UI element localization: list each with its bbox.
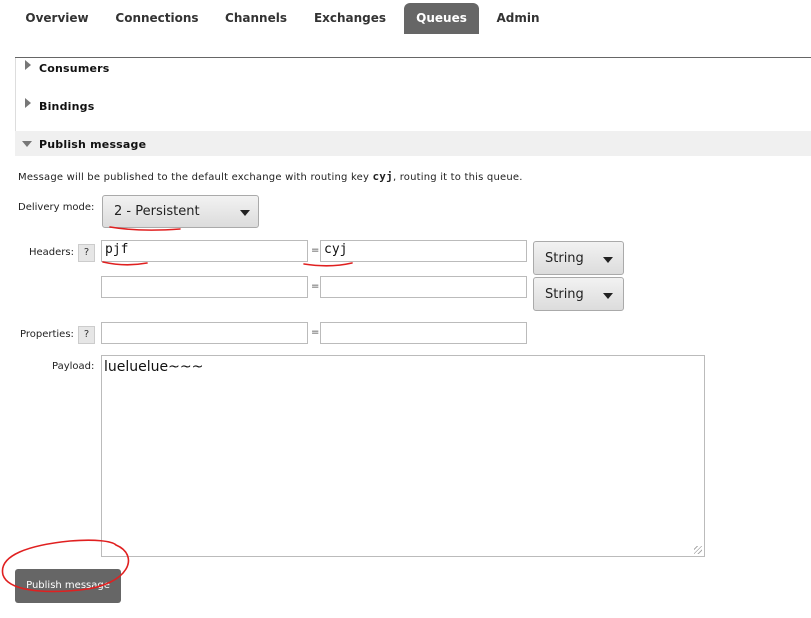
description-suffix: , routing it to this queue. [392,172,523,183]
publish-description: Message will be published to the default… [18,170,523,183]
tab-connections[interactable]: Connections [107,3,207,34]
publish-message-button[interactable]: Publish message [15,569,121,603]
section-consumers-label: Consumers [39,62,110,75]
top-nav: Overview Connections Channels Exchanges … [0,0,811,58]
header-type-value-2: String [545,287,584,302]
expand-arrow-icon [25,60,31,70]
property-key-input[interactable] [101,322,308,344]
delivery-mode-value: 2 - Persistent [114,204,200,219]
resize-grip-icon[interactable] [694,546,702,554]
header-type-value-1: String [545,251,584,266]
tab-queues[interactable]: Queues [404,3,479,34]
properties-label: Properties: [20,329,74,340]
payload-label: Payload: [52,361,95,372]
delivery-mode-label: Delivery mode: [18,202,95,213]
chevron-down-icon [603,293,613,299]
equals-sign: = [311,281,320,292]
header-key-input-1[interactable]: pjf [101,240,308,262]
section-bindings[interactable]: Bindings [15,94,811,119]
expand-arrow-icon [25,98,31,108]
header-type-select-1[interactable]: String [533,241,624,275]
section-publish-message[interactable]: Publish message [15,131,811,156]
header-value-input-1[interactable]: cyj [320,240,527,262]
delivery-mode-select[interactable]: 2 - Persistent [102,195,259,228]
header-key-input-2[interactable] [101,276,308,298]
properties-help-icon[interactable]: ? [78,326,95,344]
collapse-arrow-icon [22,141,32,147]
equals-sign: = [311,327,320,338]
tab-admin[interactable]: Admin [487,3,549,34]
headers-help-icon[interactable]: ? [78,244,95,262]
routing-key: cyj [372,170,393,183]
property-value-input[interactable] [320,322,527,344]
payload-text: lueluelue~~~ [104,359,204,375]
payload-textarea[interactable]: lueluelue~~~ [101,355,705,557]
description-prefix: Message will be published to the default… [18,172,373,183]
section-publish-label: Publish message [39,138,147,151]
tab-exchanges[interactable]: Exchanges [305,3,395,34]
headers-label: Headers: [29,247,74,258]
equals-sign: = [311,245,320,256]
section-bindings-label: Bindings [39,100,95,113]
tab-overview[interactable]: Overview [15,3,99,34]
underline-header-value [303,262,353,267]
chevron-down-icon [240,210,250,216]
section-consumers[interactable]: Consumers [15,56,811,81]
header-value-input-2[interactable] [320,276,527,298]
underline-header-key [102,261,148,266]
header-type-select-2[interactable]: String [533,277,624,311]
tab-channels[interactable]: Channels [215,3,297,34]
chevron-down-icon [603,257,613,263]
